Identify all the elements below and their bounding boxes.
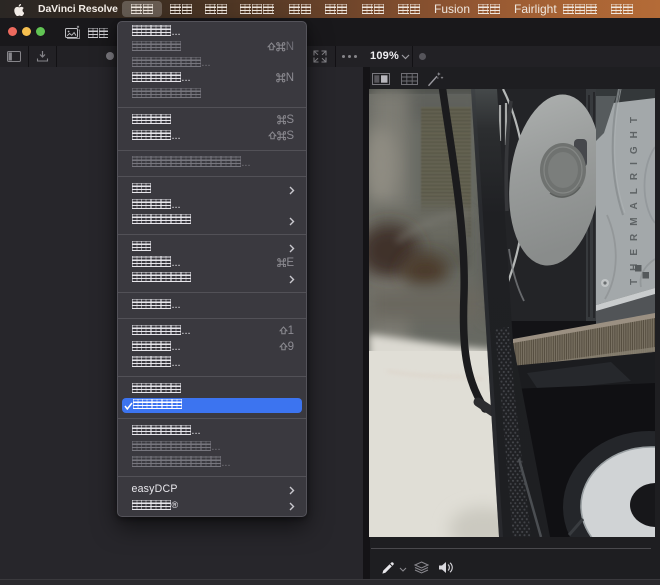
svg-text:THERMALRIGHT: THERMALRIGHT (629, 109, 640, 285)
